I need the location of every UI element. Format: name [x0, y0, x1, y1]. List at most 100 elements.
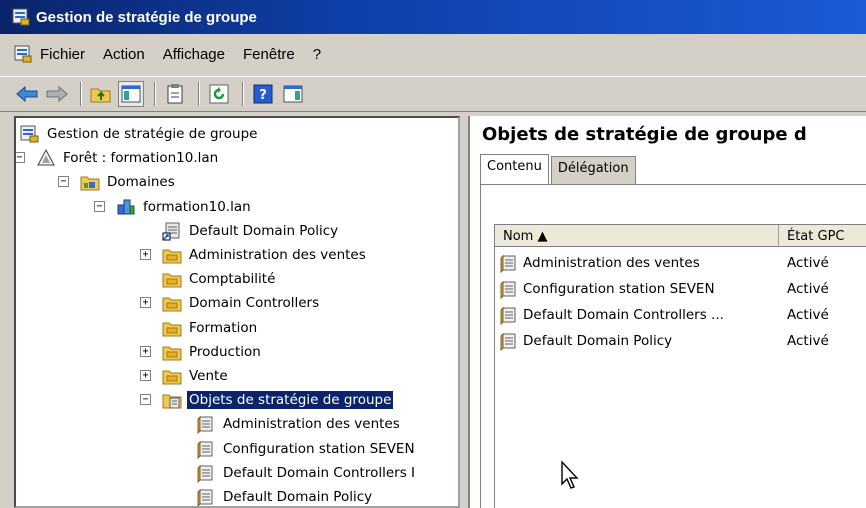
list-item[interactable]: Default Domain Controllers ... Activé	[499, 303, 866, 327]
gpm-app-icon	[12, 8, 30, 26]
title-bar: Gestion de stratégie de groupe	[0, 0, 866, 34]
tree-item-label: Comptabilité	[189, 271, 276, 288]
gpo-name: Default Domain Controllers ...	[523, 307, 724, 323]
tree-item[interactable]: Administration des ventes	[196, 412, 402, 436]
tree-item-label: Default Domain Controllers I	[223, 464, 416, 481]
tree-item[interactable]: Default Domain Policy	[196, 485, 374, 506]
show-hide-tree-button[interactable]	[118, 81, 144, 107]
menu-action[interactable]: Action	[103, 46, 145, 63]
ou-folder-icon	[162, 366, 182, 386]
gpo-state: Activé	[787, 307, 829, 323]
tree-item-label: Objets de stratégie de groupe	[185, 390, 395, 411]
tree-item-label: Domaines	[107, 174, 175, 191]
tree-item[interactable]: + Domain Controllers	[140, 291, 321, 315]
tab-delegation[interactable]: Délégation	[550, 156, 636, 184]
system-menu-icon[interactable]	[14, 45, 32, 63]
console-tree[interactable]: Gestion de stratégie de groupe − Forêt : f…	[14, 116, 460, 508]
gpo-state: Activé	[787, 333, 829, 349]
menu-fenetre[interactable]: Fenêtre	[243, 46, 295, 63]
tree-item-label: Domain Controllers	[189, 295, 320, 312]
tree-item[interactable]: + Production	[140, 340, 263, 364]
menu-bar: Fichier Action Affichage Fenêtre ?	[0, 36, 866, 72]
tree-item[interactable]: + Vente	[140, 364, 230, 388]
tree-item[interactable]: − Objets de stratégie de groupe	[140, 388, 395, 412]
list-item[interactable]: Configuration station SEVEN Activé	[499, 277, 866, 301]
toolbar-separator	[154, 82, 156, 106]
back-button[interactable]	[14, 81, 40, 107]
forward-button[interactable]	[44, 81, 70, 107]
tab-contenu[interactable]: Contenu	[480, 154, 549, 184]
gpo-icon	[499, 253, 519, 274]
toolbar-separator	[198, 82, 200, 106]
up-level-button[interactable]	[88, 81, 114, 107]
ou-folder-icon	[162, 342, 182, 362]
gpm-icon	[20, 124, 40, 144]
expand-icon[interactable]: +	[140, 370, 151, 381]
tree-item-label: Gestion de stratégie de groupe	[47, 126, 258, 142]
help-button[interactable]: ?	[250, 81, 276, 107]
ou-folder-icon	[162, 293, 182, 313]
tree-item[interactable]: Gestion de stratégie de groupe	[20, 122, 259, 146]
tree-item[interactable]: − formation10.lan	[94, 195, 253, 219]
gpo-container-icon	[162, 390, 182, 410]
pane-splitter[interactable]	[460, 116, 468, 508]
tree-item[interactable]: − Forêt : formation10.lan	[16, 146, 220, 170]
column-header-name[interactable]: Nom ▲	[495, 225, 779, 247]
expand-icon[interactable]: +	[140, 297, 151, 309]
gpo-icon	[196, 439, 216, 459]
page-title: Objets de stratégie de groupe d	[482, 124, 807, 145]
ou-folder-icon	[162, 269, 182, 289]
tree-item-label: Vente	[189, 368, 228, 384]
tree-item-label: Configuration station SEVEN	[223, 440, 415, 457]
toolbar: ?	[0, 76, 866, 112]
tree-item-label: Administration des ventes	[189, 247, 366, 263]
gpo-link-icon	[162, 221, 182, 241]
gpo-state: Activé	[787, 281, 829, 297]
gpo-icon	[196, 487, 216, 506]
tree-item-label: Formation	[189, 319, 258, 336]
refresh-button[interactable]	[206, 81, 232, 107]
tree-item[interactable]: + Administration des ventes	[140, 243, 368, 267]
forest-icon	[36, 148, 56, 168]
list-item[interactable]: Administration des ventes Activé	[499, 251, 866, 275]
gpo-state: Activé	[787, 255, 829, 271]
tree-item-label: Forêt : formation10.lan	[63, 150, 219, 167]
properties-button[interactable]	[162, 81, 188, 107]
expand-icon[interactable]: +	[140, 345, 151, 357]
list-item[interactable]: Default Domain Policy Activé	[499, 329, 866, 353]
tree-item-label: Production	[189, 343, 261, 360]
window-title: Gestion de stratégie de groupe	[36, 8, 257, 26]
collapse-icon[interactable]: −	[140, 394, 151, 406]
tab-strip: Contenu Délégation	[480, 154, 638, 184]
tree-item[interactable]: Configuration station SEVEN	[196, 437, 417, 461]
tree-item[interactable]: Formation	[162, 316, 259, 340]
tree-item[interactable]: Comptabilité	[162, 267, 277, 291]
up-folder-icon	[90, 88, 111, 103]
collapse-icon[interactable]: −	[94, 200, 105, 212]
tree-item[interactable]: Default Domain Controllers I	[196, 461, 417, 485]
collapse-icon[interactable]: −	[16, 152, 25, 164]
tree-item[interactable]: Default Domain Policy	[162, 219, 340, 243]
refresh-icon	[209, 84, 229, 104]
column-header-state[interactable]: État GPC	[779, 225, 866, 247]
gpo-name: Default Domain Policy	[523, 333, 673, 349]
gpo-icon	[196, 414, 216, 435]
gpo-name: Administration des ventes	[523, 255, 700, 271]
gpo-list[interactable]: Nom ▲ État GPC Administration des ventes…	[494, 224, 866, 508]
menu-affichage[interactable]: Affichage	[163, 46, 225, 63]
mmc-view-button[interactable]	[280, 81, 306, 107]
expand-icon[interactable]: +	[140, 249, 151, 260]
back-arrow-icon	[16, 85, 38, 103]
menu-fichier[interactable]: Fichier	[40, 46, 85, 63]
menu-help[interactable]: ?	[313, 46, 321, 63]
properties-icon	[167, 84, 183, 104]
list-header: Nom ▲ État GPC	[495, 225, 866, 247]
collapse-icon[interactable]: −	[58, 176, 69, 188]
gpo-name: Configuration station SEVEN	[523, 281, 715, 297]
gpo-icon	[499, 279, 519, 300]
forward-arrow-icon	[46, 85, 68, 103]
mouse-cursor-icon	[561, 460, 579, 489]
gpo-icon	[499, 305, 519, 326]
svg-text:?: ?	[259, 88, 267, 103]
tree-item[interactable]: − Domaines	[58, 170, 177, 194]
